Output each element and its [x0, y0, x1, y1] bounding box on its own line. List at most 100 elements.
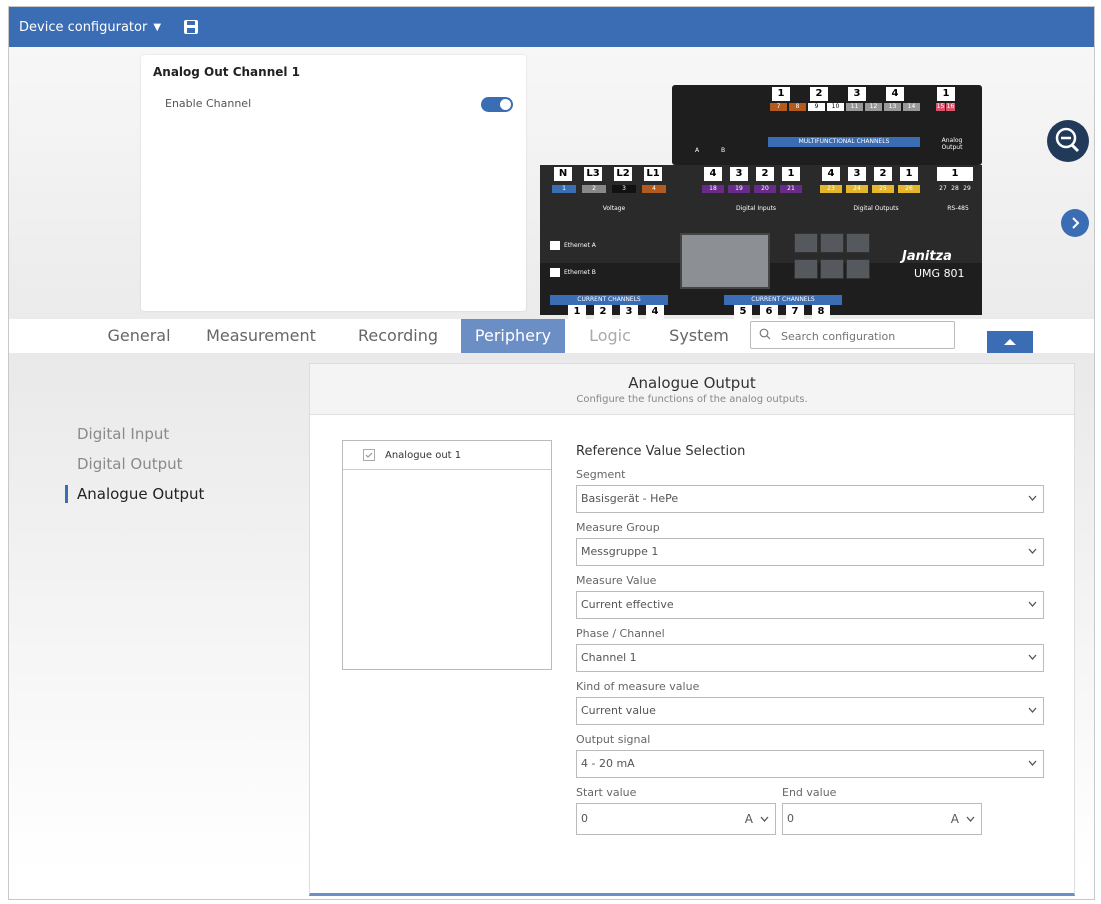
- current-channel-terminal: 5: [734, 305, 752, 319]
- phase-channel-select[interactable]: Channel 1: [576, 644, 1044, 672]
- current-channel-terminal: 7: [786, 305, 804, 319]
- list-item-label: Analogue out 1: [385, 449, 462, 461]
- voltage-sub-terminal: 2: [582, 185, 606, 193]
- tab-system[interactable]: System: [657, 319, 741, 353]
- device-area: Analog Out Channel 1 Enable Channel MULT…: [9, 47, 1094, 331]
- panel-subtitle: Configure the functions of the analog ou…: [576, 394, 808, 405]
- device-display: [680, 233, 770, 289]
- next-button[interactable]: [1061, 209, 1089, 237]
- digital-output-terminal: 4: [822, 167, 840, 181]
- current-channels-label-2: CURRENT CHANNELS: [724, 295, 842, 305]
- tab-logic[interactable]: Logic: [575, 319, 645, 353]
- end-value-label: End value: [782, 786, 837, 799]
- kind-of-measure-value-value: Current value: [581, 704, 656, 717]
- chevron-down-icon: [1028, 654, 1037, 660]
- digital-outputs-label: Digital Outputs: [853, 205, 899, 212]
- tab-recording[interactable]: Recording: [343, 319, 453, 353]
- collapse-button[interactable]: [987, 331, 1033, 353]
- start-value-group: Start value 0A: [576, 783, 776, 835]
- app-title[interactable]: Device configurator: [19, 20, 147, 35]
- multifunctional-sub-terminal: 8: [789, 103, 806, 111]
- voltage-sub-terminal: 3: [612, 185, 636, 193]
- form-title: Reference Value Selection: [576, 444, 746, 459]
- multifunctional-terminal: 1: [772, 87, 790, 101]
- output-signal-select[interactable]: 4 - 20 mA: [576, 750, 1044, 778]
- end-value-group: End value 0A: [782, 783, 982, 835]
- zoom-out-button[interactable]: [1047, 120, 1089, 162]
- search-box: [750, 321, 955, 349]
- digital-input-sub-terminal: 21: [780, 185, 802, 193]
- chevron-down-icon: [1028, 707, 1037, 713]
- list-item[interactable]: Analogue out 1: [343, 441, 551, 470]
- multifunctional-sub-terminal: 10: [827, 103, 844, 111]
- measure-value-value: Current effective: [581, 598, 674, 611]
- output-signal-label: Output signal: [576, 733, 651, 746]
- device-key: [846, 259, 870, 279]
- measure-value-label: Measure Value: [576, 574, 657, 587]
- analog-output-terminal: 1: [937, 87, 955, 101]
- chevron-down-icon[interactable]: ▼: [153, 22, 161, 33]
- current-channel-terminal: 8: [812, 305, 830, 319]
- analogue-output-panel: Analogue Output Configure the functions …: [309, 363, 1075, 896]
- app-frame: Device configurator ▼ Analog Out Channel…: [8, 6, 1095, 900]
- ethernet-a-port: Ethernet A: [550, 241, 596, 250]
- output-list: Analogue out 1: [342, 440, 552, 670]
- enable-channel-toggle[interactable]: [481, 97, 513, 112]
- digital-output-sub-terminal: 23: [820, 185, 842, 193]
- tab-measurement[interactable]: Measurement: [193, 319, 329, 353]
- rs485-sub-terminal: 29: [963, 185, 971, 192]
- voltage-terminal: L3: [584, 167, 602, 181]
- digital-input-sub-terminal: 20: [754, 185, 776, 193]
- multifunctional-sub-terminal: 14: [903, 103, 920, 111]
- current-channels-label-1: CURRENT CHANNELS: [550, 295, 668, 305]
- voltage-terminal: L2: [614, 167, 632, 181]
- search-icon: [759, 328, 771, 340]
- segment-label: Segment: [576, 468, 626, 481]
- segment-select[interactable]: Basisgerät - HePe: [576, 485, 1044, 513]
- end-unit: A: [950, 812, 959, 826]
- kind-of-measure-value-label: Kind of measure value: [576, 680, 700, 693]
- reference-value-form: Reference Value Selection Segment Basisg…: [576, 444, 1046, 835]
- voltage-terminal: N: [554, 167, 572, 181]
- measure-group-select[interactable]: Messgruppe 1: [576, 538, 1044, 566]
- enable-channel-label: Enable Channel: [165, 97, 252, 110]
- digital-output-terminal: 3: [848, 167, 866, 181]
- current-channel-terminal: 3: [620, 305, 638, 319]
- digital-output-sub-terminal: 25: [872, 185, 894, 193]
- tab-periphery[interactable]: Periphery: [461, 319, 565, 353]
- digital-output-sub-terminal: 26: [898, 185, 920, 193]
- start-end-row: Start value 0A End value 0A: [576, 783, 1046, 835]
- multifunctional-channels-label: MULTIFUNCTIONAL CHANNELS: [768, 137, 920, 147]
- digital-output-sub-terminal: 24: [846, 185, 868, 193]
- multifunctional-terminal: 3: [848, 87, 866, 101]
- nav-item-digital-input[interactable]: Digital Input: [65, 419, 204, 449]
- tab-general[interactable]: General: [99, 319, 179, 353]
- digital-output-terminal: 2: [874, 167, 892, 181]
- voltage-terminal: L1: [644, 167, 662, 181]
- chevron-down-icon: [760, 816, 769, 822]
- device-key: [794, 259, 818, 279]
- end-value-input[interactable]: 0A: [782, 803, 982, 835]
- measure-value-select[interactable]: Current effective: [576, 591, 1044, 619]
- terminal-b-label: B: [720, 147, 726, 154]
- nav-item-analogue-output[interactable]: Analogue Output: [65, 479, 204, 509]
- device-key: [794, 233, 818, 253]
- output-checkbox[interactable]: [363, 449, 375, 461]
- rs485-sub-terminal: 28: [951, 185, 959, 192]
- digital-input-terminal: 3: [730, 167, 748, 181]
- chevron-down-icon: [966, 816, 975, 822]
- start-value-input[interactable]: 0A: [576, 803, 776, 835]
- zoom-out-icon: [1055, 127, 1080, 153]
- save-icon[interactable]: [183, 19, 199, 35]
- digital-output-terminal: 1: [900, 167, 918, 181]
- search-input[interactable]: [779, 326, 953, 346]
- kind-of-measure-value-select[interactable]: Current value: [576, 697, 1044, 725]
- rs485-sub-terminal: 27: [939, 185, 947, 192]
- device-key: [820, 259, 844, 279]
- ethernet-b-port: Ethernet B: [550, 268, 596, 277]
- chevron-down-icon: [1028, 760, 1037, 766]
- current-channel-terminal: 4: [646, 305, 664, 319]
- nav-item-digital-output[interactable]: Digital Output: [65, 449, 204, 479]
- digital-input-sub-terminal: 19: [728, 185, 750, 193]
- digital-input-terminal: 2: [756, 167, 774, 181]
